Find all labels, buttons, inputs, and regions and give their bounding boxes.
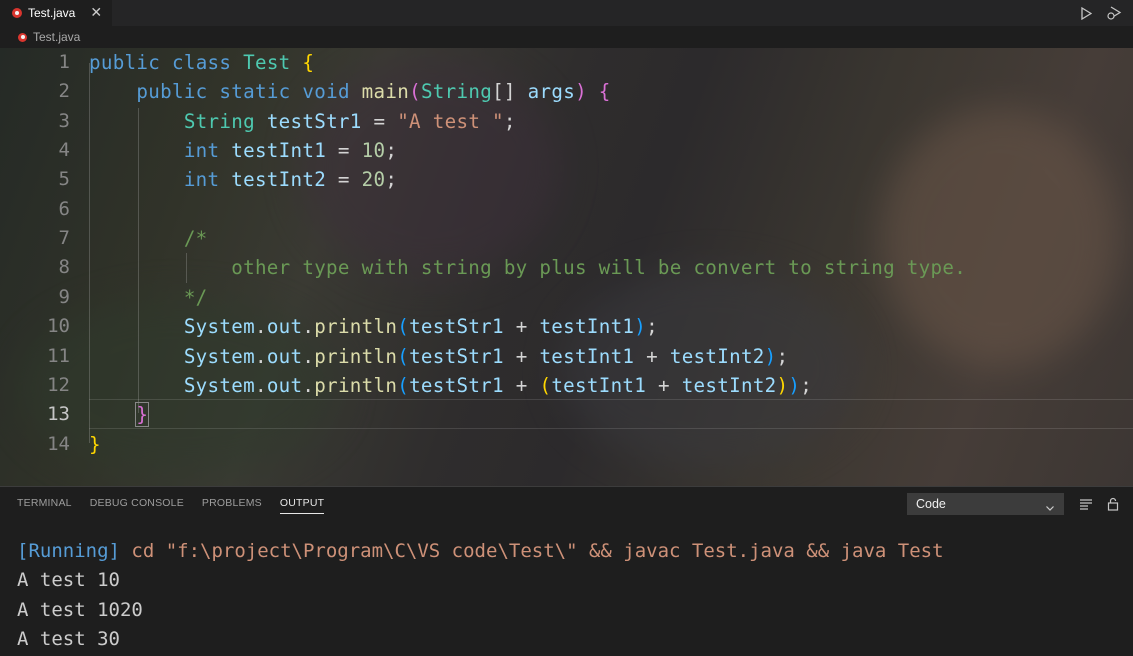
line-number: 12 <box>47 374 70 396</box>
chevron-down-icon <box>1045 498 1055 517</box>
background-image-blob <box>560 268 860 468</box>
word-wrap-icon[interactable] <box>1079 496 1093 515</box>
current-line-highlight <box>89 399 1133 429</box>
tab-output[interactable]: OUTPUT <box>279 497 325 514</box>
line-number: 8 <box>58 256 70 278</box>
code-line-4[interactable]: int testInt1 = 10; <box>89 139 397 162</box>
tab-debug-console[interactable]: DEBUG CONSOLE <box>90 497 184 514</box>
tab-problems[interactable]: PROBLEMS <box>202 497 262 514</box>
line-number: 11 <box>47 345 70 367</box>
line-number: 5 <box>58 168 70 190</box>
bottom-panel: TERMINAL DEBUG CONSOLE PROBLEMS OUTPUT C… <box>0 486 1133 656</box>
line-number: 9 <box>58 286 70 308</box>
lock-icon[interactable] <box>1107 496 1119 515</box>
line-number: 1 <box>58 51 70 73</box>
code-line-11[interactable]: System.out.println(testStr1 + testInt1 +… <box>89 345 788 368</box>
line-number: 2 <box>58 80 70 102</box>
editor-tab-bar: Test.java ✕ <box>0 0 1133 26</box>
panel-tabs: TERMINAL DEBUG CONSOLE PROBLEMS OUTPUT <box>17 497 325 514</box>
code-editor[interactable]: 1 2 3 4 5 6 7 8 9 10 11 12 13 14 public … <box>0 48 1133 486</box>
output-channel-value: Code <box>916 497 946 511</box>
code-line-2[interactable]: public static void main(String[] args) { <box>89 80 611 103</box>
output-line: A test 1020 <box>17 599 143 621</box>
code-line-3[interactable]: String testStr1 = "A test "; <box>89 110 516 133</box>
run-command: cd "f:\project\Program\C\VS code\Test\" … <box>119 540 944 562</box>
close-icon[interactable]: ✕ <box>90 6 102 20</box>
play-icon[interactable] <box>1077 4 1095 22</box>
background-image-blob <box>880 108 1120 368</box>
tab-label: Test.java <box>28 6 76 20</box>
java-file-icon <box>18 32 27 42</box>
code-line-10[interactable]: System.out.println(testStr1 + testInt1); <box>89 315 658 338</box>
line-number: 7 <box>58 227 70 249</box>
line-number: 3 <box>58 110 70 132</box>
java-file-icon <box>12 8 22 18</box>
output-line: A test 30 <box>17 628 120 650</box>
running-tag: [Running] <box>17 540 120 562</box>
code-line-12[interactable]: System.out.println(testStr1 + (testInt1 … <box>89 374 812 397</box>
line-number: 6 <box>58 198 70 220</box>
editor-actions <box>1077 4 1123 22</box>
line-number-active: 13 <box>47 403 70 425</box>
code-line-9[interactable]: */ <box>89 286 208 309</box>
code-line-13[interactable]: } <box>89 402 150 427</box>
breadcrumb[interactable]: Test.java <box>0 26 1133 48</box>
code-line-5[interactable]: int testInt2 = 20; <box>89 168 397 191</box>
line-number: 10 <box>47 315 70 337</box>
breadcrumb-file[interactable]: Test.java <box>33 30 80 44</box>
debug-run-icon[interactable] <box>1105 4 1123 22</box>
line-number: 4 <box>58 139 70 161</box>
output-run-line: [Running] cd "f:\project\Program\C\VS co… <box>17 540 944 562</box>
code-line-8[interactable]: other type with string by plus will be c… <box>89 256 966 279</box>
code-line-1[interactable]: public class Test { <box>89 51 314 74</box>
line-number: 14 <box>47 433 70 455</box>
tab-terminal[interactable]: TERMINAL <box>17 497 72 514</box>
panel-actions <box>1079 496 1119 515</box>
code-line-6[interactable] <box>89 198 101 221</box>
code-line-7[interactable]: /* <box>89 227 208 250</box>
output-channel-select[interactable]: Code <box>907 493 1064 515</box>
editor-tab-test-java[interactable]: Test.java ✕ <box>0 0 112 26</box>
code-line-14[interactable]: } <box>89 433 101 456</box>
output-line: A test 10 <box>17 569 120 591</box>
